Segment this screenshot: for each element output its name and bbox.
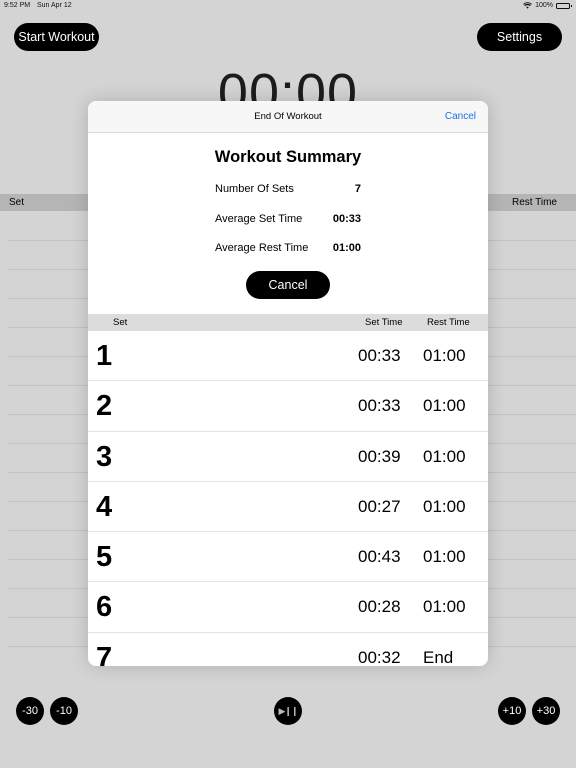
set-number: 5: [96, 541, 113, 574]
modal-nav-cancel-button[interactable]: Cancel: [445, 111, 476, 122]
set-time: 00:39: [358, 446, 401, 466]
minus-10-button[interactable]: -10: [50, 697, 78, 725]
modal-title: End Of Workout: [254, 111, 322, 122]
stat-value: 01:00: [332, 242, 361, 254]
play-pause-button[interactable]: ▶❙❙: [274, 697, 302, 725]
header-set: Set: [113, 317, 128, 328]
header-rest-time: Rest Time: [427, 317, 470, 328]
header-set-time: Set Time: [365, 317, 403, 328]
plus-30-button[interactable]: +30: [532, 697, 560, 725]
stat-label: Average Set Time: [215, 213, 303, 225]
wifi-icon: [523, 2, 532, 9]
background-set-header: Set: [9, 197, 25, 208]
set-time: 00:28: [358, 597, 401, 617]
plus-10-button[interactable]: +10: [498, 697, 526, 725]
stat-label: Average Rest Time: [215, 242, 309, 254]
settings-button[interactable]: Settings: [477, 23, 562, 51]
rest-time: 01:00: [423, 496, 466, 516]
set-number: 4: [96, 490, 113, 523]
set-number: 6: [96, 591, 113, 624]
status-right: 100%: [523, 2, 572, 9]
summary-title: Workout Summary: [214, 148, 362, 166]
status-time: 9:52 PM: [4, 2, 31, 9]
sets-table-header: Set Set Time Rest Time: [88, 314, 488, 331]
set-time: 00:32: [358, 647, 401, 666]
rest-time: 01:00: [423, 547, 466, 567]
battery-percent: 100%: [535, 2, 553, 9]
stat-average-rest-time: Average Rest Time 01:00: [88, 242, 488, 256]
set-number: 2: [96, 390, 113, 423]
battery-icon: [556, 2, 572, 9]
end-of-workout-modal: End Of Workout Cancel Workout Summary Nu…: [88, 101, 488, 666]
rest-time: 01:00: [423, 346, 466, 365]
modal-nav-bar: End Of Workout Cancel: [88, 101, 488, 133]
status-bar: 9:52 PM Sun Apr 12 100%: [0, 0, 576, 12]
table-row[interactable]: 5 00:43 01:00: [88, 532, 488, 583]
stat-number-of-sets: Number Of Sets 7: [88, 183, 488, 197]
play-pause-icon: ▶❙❙: [278, 705, 298, 716]
stat-value: 7: [354, 183, 361, 195]
table-row[interactable]: 2 00:33 01:00: [88, 381, 488, 432]
rest-time: 01:00: [423, 446, 466, 466]
rest-time: End: [423, 647, 454, 666]
sets-table[interactable]: 1 00:33 01:00 2 00:33 01:00 3 00:39 01:0…: [88, 331, 488, 666]
set-time: 00:33: [358, 346, 401, 365]
minus-30-button[interactable]: -30: [16, 697, 44, 725]
start-workout-button[interactable]: Start Workout: [14, 23, 99, 51]
set-number: 7: [96, 641, 113, 666]
stat-label: Number Of Sets: [215, 183, 294, 195]
rest-time: 01:00: [423, 597, 466, 617]
table-row[interactable]: 1 00:33 01:00: [88, 331, 488, 382]
set-number: 3: [96, 440, 113, 473]
set-time: 00:33: [358, 396, 401, 416]
background-rest-header: Rest Time: [511, 197, 557, 208]
rest-time: 01:00: [423, 396, 466, 416]
set-number: 1: [96, 340, 113, 372]
set-time: 00:43: [358, 547, 401, 567]
table-row[interactable]: 7 00:32 End: [88, 633, 488, 666]
table-row[interactable]: 4 00:27 01:00: [88, 482, 488, 533]
cancel-button[interactable]: Cancel: [246, 271, 330, 299]
table-row[interactable]: 6 00:28 01:00: [88, 582, 488, 633]
status-date: Sun Apr 12: [37, 2, 72, 9]
set-time: 00:27: [358, 496, 401, 516]
stat-value: 00:33: [332, 213, 361, 225]
table-row[interactable]: 3 00:39 01:00: [88, 432, 488, 482]
stat-average-set-time: Average Set Time 00:33: [88, 213, 488, 227]
